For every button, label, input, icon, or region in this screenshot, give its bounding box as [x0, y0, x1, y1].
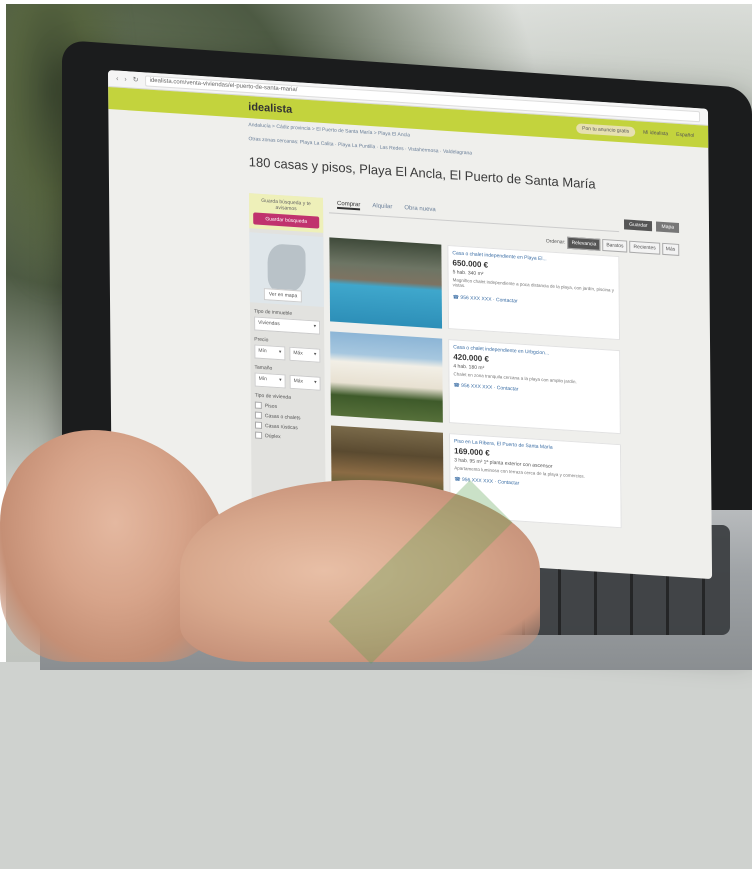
- view-map-button[interactable]: Ver en mapa: [263, 288, 303, 303]
- sort-cheapest-button[interactable]: Baratos: [602, 238, 628, 253]
- size-min-value: Mín: [258, 375, 267, 383]
- kind-checkbox[interactable]: Pisos: [254, 401, 321, 413]
- kind-checkbox[interactable]: Casas o chalets: [254, 411, 321, 423]
- publish-ad-button[interactable]: Pon tu anuncio gratis: [576, 123, 636, 138]
- contact-link[interactable]: Contactar: [496, 297, 518, 304]
- sort-recent-button[interactable]: Recientes: [629, 240, 660, 255]
- chevron-down-icon: ▾: [278, 349, 282, 356]
- listing-photo[interactable]: [330, 331, 443, 423]
- checkbox-box[interactable]: [254, 411, 262, 419]
- chevron-down-icon: ▾: [313, 351, 317, 358]
- reload-icon[interactable]: ↻: [133, 76, 139, 84]
- phone-icon: ☎: [453, 382, 462, 390]
- chevron-down-icon: ▾: [314, 379, 317, 386]
- site-logo[interactable]: idealista: [248, 101, 292, 116]
- forward-icon[interactable]: ›: [124, 76, 126, 83]
- language-link[interactable]: Español: [676, 132, 694, 139]
- price-max-select[interactable]: Máx ▾: [289, 346, 321, 363]
- map-button[interactable]: Mapa: [656, 221, 680, 233]
- tab-buy[interactable]: Comprar: [337, 200, 361, 211]
- checkbox-box[interactable]: [254, 401, 262, 409]
- listing-card[interactable]: Casa o chalet independiente en Playa El.…: [329, 237, 621, 341]
- contact-link[interactable]: Contactar: [497, 386, 519, 393]
- back-icon[interactable]: ‹: [116, 75, 118, 82]
- map-area-shape: [267, 243, 306, 294]
- tab-new-build[interactable]: Obra nueva: [404, 205, 435, 215]
- kind-checkbox[interactable]: Casas rústicas: [254, 421, 321, 433]
- kind-checkbox-label: Dúplex: [265, 432, 281, 440]
- sort-relevance-button[interactable]: Relevancia: [567, 236, 601, 251]
- price-min-select[interactable]: Mín ▾: [254, 344, 286, 361]
- filters-sidebar: Guarda búsqueda y te avisamos Guardar bú…: [248, 193, 326, 529]
- listing-photo[interactable]: [329, 237, 443, 329]
- save-search-box: Guarda búsqueda y te avisamos Guardar bú…: [248, 193, 324, 233]
- contact-link[interactable]: Contactar: [498, 480, 520, 487]
- type-select-value: Viviendas: [258, 319, 280, 328]
- save-search-label: Guarda búsqueda y te avisamos: [261, 197, 311, 213]
- sort-label: Ordenar:: [545, 238, 566, 246]
- price-min-value: Mín: [258, 347, 267, 355]
- chevron-down-icon: ▾: [313, 323, 317, 330]
- price-max-value: Máx: [293, 350, 303, 357]
- listing-info: Casa o chalet independiente en Playa El.…: [447, 244, 621, 341]
- tab-rent[interactable]: Alquilar: [372, 203, 392, 212]
- type-select[interactable]: Viviendas ▾: [254, 316, 321, 335]
- mini-map[interactable]: Ver en mapa: [249, 232, 324, 307]
- save-button[interactable]: Guardar: [624, 219, 653, 232]
- listing-card[interactable]: Casa o chalet independiente en Urbgcion.…: [330, 331, 621, 435]
- phone-icon: ☎: [452, 294, 461, 301]
- chevron-down-icon: ▾: [279, 377, 282, 384]
- image-border-top: [0, 0, 752, 4]
- size-max-select[interactable]: Máx ▾: [289, 374, 321, 391]
- checkbox-box[interactable]: [255, 431, 263, 439]
- my-account-link[interactable]: Mi idealista: [643, 130, 668, 138]
- save-search-button[interactable]: Guardar búsqueda: [253, 212, 320, 229]
- phone-icon: ☎: [454, 476, 463, 484]
- sort-more-button[interactable]: Más: [661, 242, 680, 256]
- size-min-select[interactable]: Mín ▾: [254, 372, 286, 389]
- kind-checkbox[interactable]: Dúplex: [255, 431, 321, 443]
- kind-checkbox-label: Pisos: [264, 402, 278, 410]
- kind-checkbox-label: Casas o chalets: [264, 412, 301, 421]
- listing-info: Casa o chalet independiente en Urbgcion.…: [448, 339, 621, 435]
- listing-phone[interactable]: 956 XXX XXX: [460, 295, 491, 303]
- listing-phone[interactable]: 956 XXX XXX: [461, 383, 492, 391]
- checkbox-box[interactable]: [254, 421, 263, 429]
- kind-checkbox-label: Casas rústicas: [264, 422, 298, 431]
- size-max-value: Máx: [293, 378, 304, 385]
